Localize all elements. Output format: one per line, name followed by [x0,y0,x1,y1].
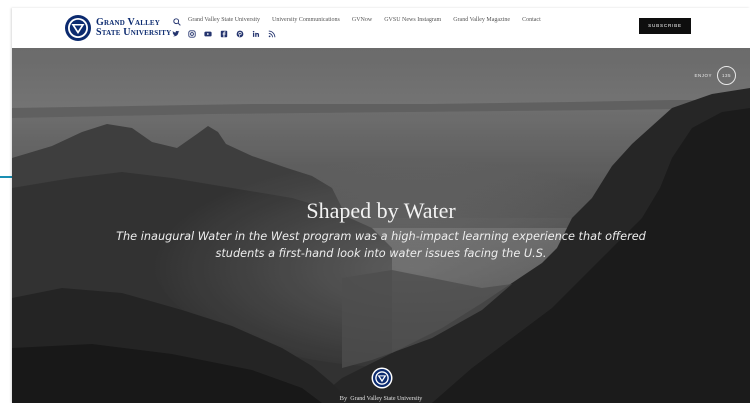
nav-item-gvnow[interactable]: GVNow [352,17,372,23]
rss-icon[interactable] [268,30,276,38]
logo-wordmark: Grand Valley State University [96,18,171,38]
twitter-icon[interactable] [172,30,180,38]
author-byline: By Grand Valley State University [12,395,750,402]
gvsu-shield-icon [65,15,91,41]
gvsu-logo[interactable]: Grand Valley State University [64,13,171,43]
hero-banner: ENJOY 135 Shaped by Water The inaugural … [12,48,750,403]
enjoy-widget[interactable]: ENJOY 135 [694,66,736,85]
youtube-icon[interactable] [204,30,212,38]
canyon-background-image [12,48,750,403]
linkedin-icon[interactable] [252,30,260,38]
facebook-icon[interactable] [220,30,228,38]
browser-page: Grand Valley State University Grand Vall… [12,8,750,403]
search-icon[interactable] [173,18,181,26]
nav-item-communications[interactable]: University Communications [272,17,340,23]
enjoy-label: ENJOY [694,73,712,78]
nav-item-gvsu[interactable]: Grand Valley State University [188,17,260,23]
instagram-icon[interactable] [188,30,196,38]
logo-line-2: State University [96,27,172,38]
nav-item-magazine[interactable]: Grand Valley Magazine [453,17,510,23]
author-avatar-icon[interactable] [371,367,393,389]
author-name[interactable]: Grand Valley State University [350,396,422,402]
enjoy-count-badge: 135 [717,66,736,85]
site-header: Grand Valley State University Grand Vall… [12,8,750,48]
subscribe-button[interactable]: Subscribe [639,18,691,34]
nav-item-contact[interactable]: Contact [522,17,541,23]
social-links [172,30,276,38]
story-title: Shaped by Water [306,198,456,223]
pinterest-icon[interactable] [236,30,244,38]
nav-item-instagram[interactable]: GVSU News Instagram [384,17,441,23]
top-nav: Grand Valley State University University… [188,17,541,23]
byline-label: By [339,395,348,402]
story-subtitle: The inaugural Water in the West program … [116,230,646,260]
